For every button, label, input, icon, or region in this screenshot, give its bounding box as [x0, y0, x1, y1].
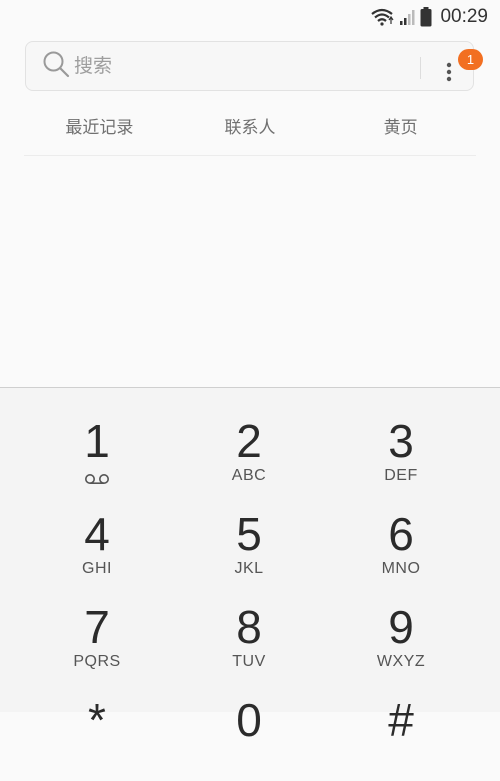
key-digit: 5: [236, 508, 262, 560]
battery-icon: [420, 7, 432, 27]
tab-bar: 最近记录 联系人 黄页: [24, 104, 476, 156]
more-options-button[interactable]: 1: [438, 49, 483, 86]
key-0[interactable]: 0: [179, 691, 319, 781]
search-icon: [42, 50, 70, 82]
key-digit: 0: [236, 694, 262, 746]
key-letters: JKL: [234, 560, 264, 577]
status-time: 00:29: [440, 6, 488, 27]
key-letters: GHI: [82, 560, 112, 577]
key-7[interactable]: 7 PQRS: [27, 598, 167, 688]
key-digit: #: [388, 694, 414, 746]
key-digit: *: [88, 694, 106, 746]
key-digit: 6: [388, 508, 414, 560]
key-letters: DEF: [384, 467, 418, 484]
key-1[interactable]: 1: [27, 412, 167, 502]
dial-keypad: 1 2 ABC 3 DEF 4 GHI 5 JKL 6 MNO 7 PQRS 8…: [0, 387, 500, 743]
key-digit: 7: [84, 601, 110, 653]
key-letters: TUV: [232, 653, 266, 670]
key-2[interactable]: 2 ABC: [179, 412, 319, 502]
key-digit: 4: [84, 508, 110, 560]
key-hash[interactable]: #: [331, 691, 471, 781]
voicemail-icon: [84, 470, 110, 489]
key-digit: 1: [84, 415, 110, 467]
key-5[interactable]: 5 JKL: [179, 505, 319, 595]
key-3[interactable]: 3 DEF: [331, 412, 471, 502]
key-digit: 3: [388, 415, 414, 467]
key-8[interactable]: 8 TUV: [179, 598, 319, 688]
key-6[interactable]: 6 MNO: [331, 505, 471, 595]
tab-yellow-pages[interactable]: 黄页: [325, 104, 476, 155]
key-letters: PQRS: [73, 653, 121, 670]
notification-badge: 1: [458, 49, 483, 70]
key-9[interactable]: 9 WXYZ: [331, 598, 471, 688]
wifi-icon: [370, 8, 394, 26]
key-letters: ABC: [231, 467, 267, 484]
tab-contacts[interactable]: 联系人: [175, 104, 326, 155]
key-digit: 8: [236, 601, 262, 653]
key-letters: MNO: [381, 560, 421, 577]
key-digit: 9: [388, 601, 414, 653]
search-divider: [420, 57, 421, 79]
search-input[interactable]: [74, 55, 404, 77]
tab-recents[interactable]: 最近记录: [24, 104, 175, 155]
search-bar[interactable]: 1: [25, 41, 483, 91]
key-digit: 2: [236, 415, 262, 467]
key-letters: WXYZ: [376, 653, 426, 670]
key-star[interactable]: *: [27, 691, 167, 781]
status-bar: 00:29: [0, 0, 500, 34]
key-4[interactable]: 4 GHI: [27, 505, 167, 595]
more-vert-icon: [446, 62, 452, 86]
signal-icon: [399, 8, 415, 26]
